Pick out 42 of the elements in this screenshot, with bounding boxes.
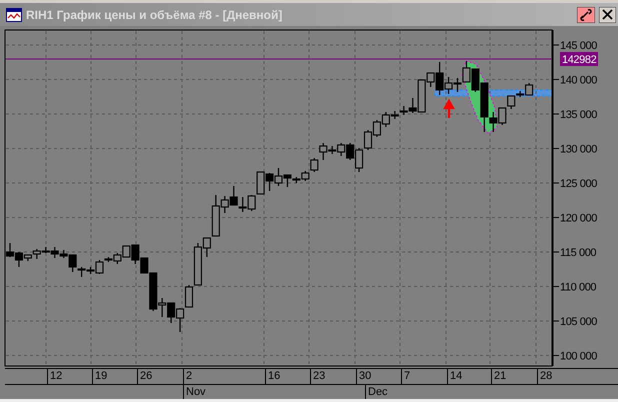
date-label: 16 <box>268 370 280 382</box>
candle <box>266 172 274 191</box>
axis-label: 110 000 <box>560 282 596 294</box>
axis-label: 145 000 <box>560 40 597 52</box>
date-label: 26 <box>140 370 152 382</box>
candle <box>346 142 354 160</box>
link-button[interactable] <box>577 6 595 22</box>
axis-label: 130 000 <box>560 143 597 156</box>
axis-label: 100 000 <box>560 350 597 362</box>
axis-label: 120 000 <box>560 212 597 224</box>
candle <box>310 158 318 172</box>
arrow-up-icon <box>444 98 454 120</box>
candle <box>230 186 238 206</box>
date-label: 2 <box>186 370 192 382</box>
candle <box>498 107 506 125</box>
candle <box>167 302 176 323</box>
window-title: RIH1 График цены и объёма #8 - [Дневной] <box>26 8 282 22</box>
date-label: 12 <box>50 370 62 382</box>
close-button[interactable] <box>599 6 616 22</box>
date-label: 14 <box>450 370 462 382</box>
candle <box>355 148 364 172</box>
month-label: Dec <box>368 386 388 398</box>
candle <box>176 308 184 332</box>
axis-label: 105 000 <box>560 316 597 328</box>
chart-window-icon <box>6 8 22 22</box>
date-label: 30 <box>359 370 372 382</box>
date-label: 23 <box>313 370 326 382</box>
candle <box>372 120 381 137</box>
candle <box>238 197 247 212</box>
date-label: 21 <box>494 370 506 382</box>
axis-label: 115 000 <box>560 247 596 259</box>
date-label: 28 <box>540 370 552 382</box>
date-label: 7 <box>404 370 410 382</box>
price-marker: 142982 <box>560 52 598 66</box>
candle <box>6 243 14 258</box>
axis-label: 140 000 <box>560 74 597 86</box>
candle <box>364 130 372 150</box>
month-label: Nov <box>186 386 206 398</box>
axis-label: 135 000 <box>560 108 597 121</box>
candle <box>274 168 283 186</box>
date-label: 19 <box>95 370 108 382</box>
axis-label: 125 000 <box>560 178 597 190</box>
